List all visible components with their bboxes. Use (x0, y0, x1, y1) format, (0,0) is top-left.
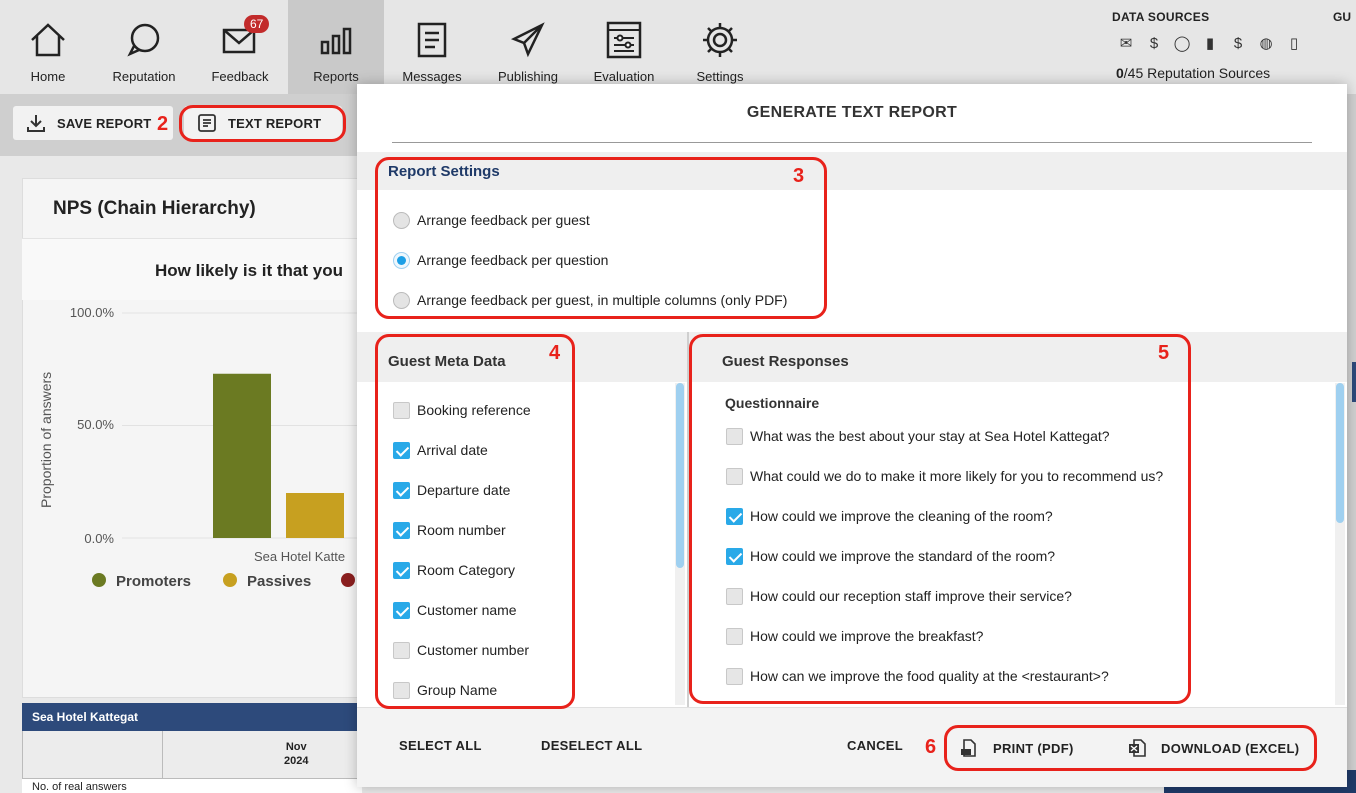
select-all-button[interactable]: SELECT ALL (399, 738, 482, 753)
nav-reports[interactable]: Reports (288, 0, 384, 94)
top-navigation: Home Reputation 67 Feedback Reports Mess… (0, 0, 1356, 94)
annotation-number-3: 3 (793, 165, 805, 187)
paper-plane-icon (510, 22, 545, 58)
bar-chart-icon (320, 27, 352, 55)
dialog-title: GENERATE TEXT REPORT (746, 104, 958, 121)
responses-scrollbar[interactable] (1335, 383, 1345, 705)
nav-publishing[interactable]: Publishing (480, 0, 576, 94)
meta-scrollbar[interactable] (675, 383, 685, 705)
dollar-icon: $ (1149, 35, 1159, 52)
gear-icon (703, 23, 737, 57)
home-icon (31, 23, 65, 57)
gu-label: GU (1333, 10, 1351, 24)
data-sources-title: DATA SOURCES (1112, 10, 1210, 24)
y-tick-label: 50.0% (77, 417, 114, 432)
nav-messages-label: Messages (402, 69, 462, 84)
nps-chart: 100.0% 50.0% 0.0% Proportion of answers … (38, 305, 362, 590)
annotation-box-4 (375, 334, 575, 709)
annotation-box-3 (375, 157, 827, 319)
table-month-header: Nov 2024 (284, 741, 309, 767)
nav-home-label: Home (30, 69, 66, 84)
sliders-icon (606, 21, 642, 59)
document-icon: ▯ (1289, 35, 1299, 52)
save-report-button[interactable]: SAVE REPORT (13, 106, 173, 140)
report-title: NPS (Chain Hierarchy) (53, 198, 256, 219)
legend-promoters-label[interactable]: Promoters (116, 573, 191, 590)
nav-reputation-label: Reputation (112, 69, 176, 84)
divider (392, 142, 1312, 143)
legend-detractors-swatch (341, 573, 355, 587)
nav-evaluation-label: Evaluation (593, 69, 655, 84)
save-report-label: SAVE REPORT (57, 115, 152, 131)
cancel-button[interactable]: CANCEL (847, 738, 903, 753)
bar-passives[interactable] (286, 493, 344, 538)
book-icon: ▮ (1205, 35, 1215, 52)
accent-bar (1352, 362, 1356, 402)
legend-passives-label[interactable]: Passives (247, 573, 311, 590)
data-sources-panel[interactable]: DATA SOURCES ✉ $ ◯ ▮ $ ◍ ▯ 0/45 Reputati… (1096, 0, 1318, 94)
nav-reports-label: Reports (313, 69, 359, 84)
y-tick-label: 100.0% (70, 305, 115, 320)
deselect-all-button[interactable]: DESELECT ALL (541, 738, 642, 753)
annotation-number-5: 5 (1158, 342, 1170, 364)
chat-bubble-icon (127, 23, 160, 57)
y-axis-label: Proportion of answers (38, 372, 54, 508)
envelope-icon: ✉ (1119, 35, 1133, 52)
scrollbar-thumb[interactable] (676, 383, 684, 568)
nav-publishing-label: Publishing (498, 69, 558, 84)
nav-home[interactable]: Home (0, 0, 96, 94)
annotation-number-2: 2 (157, 113, 169, 135)
legend-passives-swatch (223, 573, 237, 587)
annotation-box-6 (944, 725, 1317, 771)
annotation-number-6: 6 (925, 736, 937, 758)
table-row-label: No. of real answers (32, 781, 127, 793)
chat-icon: ◯ (1173, 35, 1191, 52)
bar-promoters[interactable] (213, 373, 271, 538)
scrollbar-thumb[interactable] (1336, 383, 1344, 523)
nav-feedback-label: Feedback (211, 69, 269, 84)
dollar-icon: $ (1233, 35, 1243, 52)
legend-promoters-swatch (92, 573, 106, 587)
nav-evaluation[interactable]: Evaluation (576, 0, 672, 94)
nav-feedback[interactable]: 67 Feedback (192, 0, 288, 94)
globe-icon: ◍ (1259, 35, 1273, 52)
document-icon (417, 22, 447, 58)
nav-messages[interactable]: Messages (384, 0, 480, 94)
data-source-icons: ✉ $ ◯ ▮ $ ◍ ▯ (1116, 34, 1304, 54)
nav-settings-label: Settings (696, 69, 744, 84)
download-icon (27, 115, 45, 132)
nav-settings[interactable]: Settings (672, 0, 768, 94)
annotation-box-5 (689, 334, 1191, 704)
table-title: Sea Hotel Kattegat (22, 703, 362, 731)
feedback-count-badge: 67 (244, 15, 270, 33)
reputation-source-count: 0/45 Reputation Sources (1116, 65, 1271, 81)
x-category-label: Sea Hotel Katte (254, 549, 345, 564)
y-tick-label: 0.0% (84, 531, 114, 546)
nav-reputation[interactable]: Reputation (96, 0, 192, 94)
annotation-number-4: 4 (549, 342, 561, 364)
report-question: How likely is it that you (155, 261, 343, 280)
annotation-box-2 (179, 105, 346, 142)
